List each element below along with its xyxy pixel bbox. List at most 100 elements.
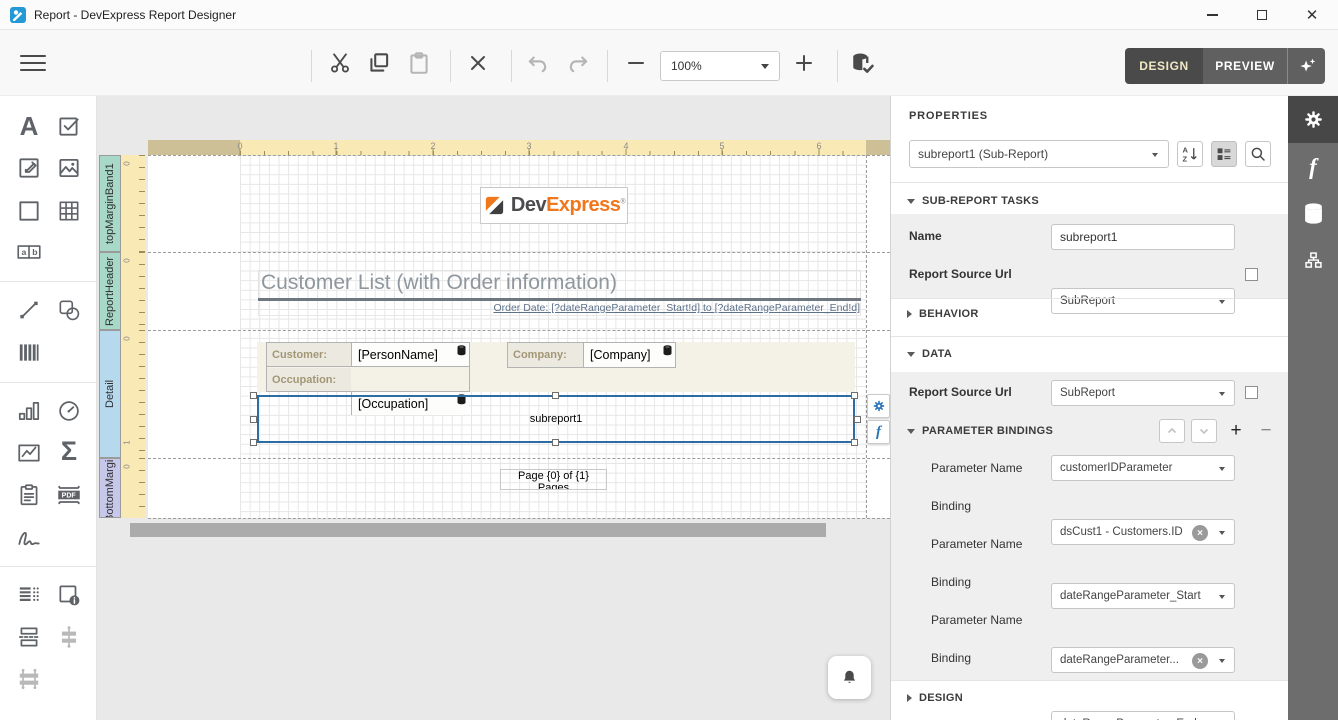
notifications-button[interactable] [828, 656, 871, 699]
report-title-label[interactable]: Customer List (with Order information) [258, 270, 861, 298]
customer-table[interactable]: Customer: [PersonName] Occupation: [Occu… [266, 342, 470, 392]
close-button[interactable]: ✕ [1289, 0, 1335, 30]
table-of-contents-icon[interactable] [12, 662, 46, 696]
clipboard-content-icon[interactable] [12, 478, 46, 512]
band-boundary[interactable] [148, 252, 890, 253]
summary-control-icon[interactable]: Σ [52, 434, 86, 468]
resize-handle-ne[interactable] [851, 392, 858, 399]
validate-bindings-button[interactable] [847, 45, 877, 81]
dock-report-explorer-button[interactable] [1288, 237, 1338, 284]
sparkline-control-icon[interactable] [12, 436, 46, 470]
category-view-button[interactable] [1211, 141, 1237, 167]
move-binding-up-button[interactable] [1159, 419, 1185, 443]
cross-band-line-icon[interactable] [52, 620, 86, 654]
delete-button[interactable] [463, 45, 493, 81]
name-input[interactable] [1051, 224, 1235, 250]
section-sub-report-tasks[interactable]: SUB-REPORT TASKS [907, 195, 1039, 207]
data-report-source-url-select[interactable]: SubReport [1051, 380, 1235, 406]
band-boundary[interactable] [148, 518, 890, 519]
gauge-control-icon[interactable] [52, 394, 86, 428]
dock-properties-button[interactable] [1288, 96, 1338, 143]
band-tab-reportheader[interactable]: ReportHeader [99, 252, 121, 330]
shape-control-icon[interactable] [52, 293, 86, 327]
line-control-icon[interactable] [12, 293, 46, 327]
pdf-content-icon[interactable]: PDF [52, 478, 86, 512]
add-binding-button[interactable]: + [1223, 418, 1249, 444]
resize-handle-nw[interactable] [250, 392, 257, 399]
smart-tag-expression-button[interactable]: f [867, 420, 890, 444]
personname-field-cell[interactable]: [PersonName] [351, 343, 469, 367]
redo-button[interactable] [563, 45, 593, 81]
page-break-control-icon[interactable] [12, 620, 46, 654]
barcode-control-icon[interactable] [12, 335, 46, 369]
label-control-icon[interactable]: A [12, 109, 46, 143]
section-behavior[interactable]: BEHAVIOR [907, 308, 979, 320]
remove-binding-button[interactable]: − [1253, 418, 1279, 444]
richtext-control-icon[interactable] [12, 151, 46, 185]
clear-binding-button[interactable]: × [1192, 653, 1208, 669]
zoom-select[interactable]: 100% [660, 51, 780, 81]
checkbox-control-icon[interactable] [52, 109, 86, 143]
occupation-label-cell[interactable]: Occupation: [267, 368, 351, 391]
binding-row-select[interactable]: dateRangeParameter...× [1051, 647, 1235, 673]
panel-control-icon[interactable] [12, 194, 46, 228]
page-info-control[interactable]: Page {0} of {1} Pages [500, 469, 607, 490]
sort-alphabetical-button[interactable]: AZ [1177, 141, 1203, 167]
chart-control-icon[interactable] [12, 394, 46, 428]
company-field-cell[interactable]: [Company] [583, 343, 675, 367]
band-boundary[interactable] [148, 330, 890, 331]
company-label-cell[interactable]: Company: [508, 343, 583, 367]
binding-row-select[interactable]: dateRangeParameter_End [1051, 711, 1235, 720]
detail-report-band-icon[interactable] [12, 578, 46, 612]
right-margin-boundary[interactable] [866, 155, 867, 518]
zoom-out-button[interactable] [621, 45, 651, 81]
minimize-button[interactable] [1189, 0, 1235, 30]
data-report-source-url-checkbox[interactable] [1245, 386, 1258, 399]
order-date-label[interactable]: Order Date: [?dateRangeParameter_Start!d… [258, 302, 861, 316]
copy-button[interactable] [364, 45, 394, 81]
dock-field-list-button[interactable] [1288, 190, 1338, 237]
tab-design[interactable]: DESIGN [1125, 48, 1203, 84]
undo-button[interactable] [523, 45, 553, 81]
resize-handle-s[interactable] [552, 439, 559, 446]
character-comb-control-icon[interactable]: ab [12, 235, 46, 269]
band-boundary[interactable] [148, 155, 890, 156]
table-control-icon[interactable] [52, 194, 86, 228]
customer-label-cell[interactable]: Customer: [267, 343, 351, 367]
section-data[interactable]: DATA [907, 348, 952, 360]
subreport-control[interactable]: subreport1 [257, 395, 855, 443]
resize-handle-e[interactable] [854, 416, 861, 423]
section-design[interactable]: DESIGN [907, 692, 963, 704]
logo-picture-box[interactable]: DevExpress® [480, 187, 628, 224]
tab-preview[interactable]: PREVIEW [1203, 48, 1287, 84]
signature-control-icon[interactable] [12, 520, 46, 554]
company-table[interactable]: Company: [Company] [507, 342, 676, 368]
resize-handle-n[interactable] [552, 392, 559, 399]
move-binding-down-button[interactable] [1191, 419, 1217, 443]
report-source-url-select[interactable]: SubReport [1051, 288, 1235, 314]
resize-handle-se[interactable] [851, 439, 858, 446]
menu-button[interactable] [18, 45, 48, 81]
binding-row-select[interactable]: dateRangeParameter_Start [1051, 583, 1235, 609]
page-info-control-icon[interactable] [52, 578, 86, 612]
binding-row-select[interactable]: dsCust1 - Customers.ID× [1051, 519, 1235, 545]
band-tab-topmargin[interactable]: topMarginBand1 [99, 155, 121, 252]
resize-handle-w[interactable] [250, 416, 257, 423]
band-tab-detail[interactable]: Detail [99, 330, 121, 458]
report-source-url-checkbox[interactable] [1245, 268, 1258, 281]
maximize-button[interactable] [1239, 0, 1285, 30]
band-boundary[interactable] [148, 458, 890, 459]
band-tab-bottommargin[interactable]: BottomMargin [99, 458, 121, 518]
paste-button[interactable] [404, 45, 434, 81]
smart-tag-tasks-button[interactable] [867, 394, 890, 418]
clear-binding-button[interactable]: × [1192, 525, 1208, 541]
binding-row-select[interactable]: customerIDParameter [1051, 455, 1235, 481]
cut-button[interactable] [325, 45, 355, 81]
ai-assistant-button[interactable] [1288, 48, 1325, 84]
horizontal-scrollbar[interactable] [130, 523, 826, 537]
zoom-in-button[interactable] [789, 45, 819, 81]
resize-handle-sw[interactable] [250, 439, 257, 446]
picture-control-icon[interactable] [52, 151, 86, 185]
section-parameter-bindings[interactable]: PARAMETER BINDINGS [907, 425, 1053, 437]
control-selector[interactable]: subreport1 (Sub-Report) [909, 140, 1169, 168]
